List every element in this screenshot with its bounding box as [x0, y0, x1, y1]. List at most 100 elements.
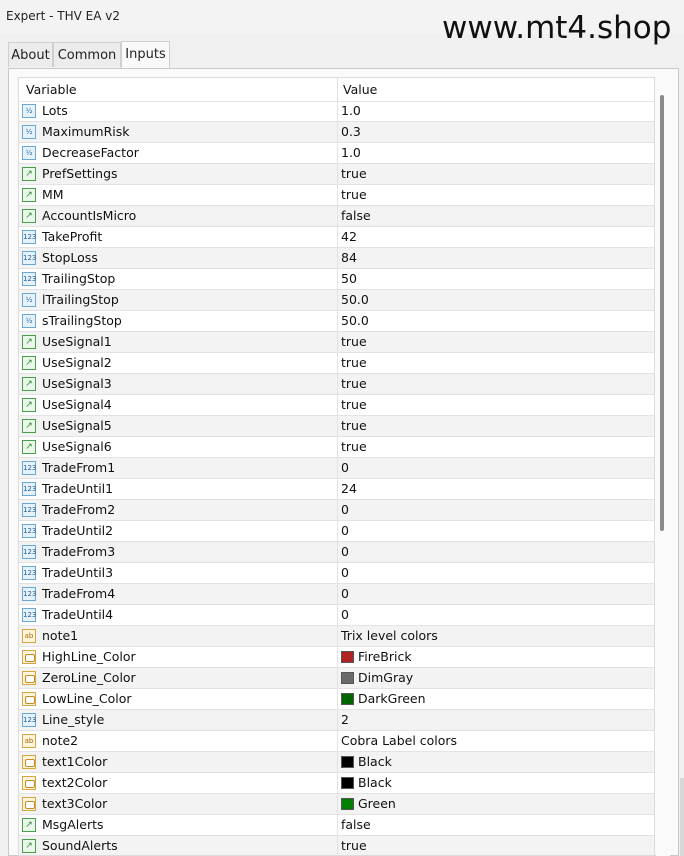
variable-value[interactable]: true — [341, 418, 367, 433]
cell-divider — [337, 227, 338, 248]
variable-value[interactable]: true — [341, 838, 367, 853]
table-row[interactable]: ↗ SoundAlerts true — [19, 836, 654, 855]
color-swatch[interactable] — [341, 756, 354, 768]
table-row[interactable]: 123 Line_style 2 — [19, 710, 654, 731]
variable-value[interactable]: 0 — [341, 544, 349, 559]
table-row[interactable]: ↗ UseSignal5 true — [19, 416, 654, 437]
table-row[interactable]: ab note1 Trix level colors — [19, 626, 654, 647]
tab-about[interactable]: About — [8, 42, 53, 67]
table-row[interactable]: ½ MaximumRisk 0.3 — [19, 122, 654, 143]
table-row[interactable]: 123 TradeUntil1 24 — [19, 479, 654, 500]
table-row[interactable]: 123 TradeFrom4 0 — [19, 584, 654, 605]
variable-value[interactable]: 0 — [341, 607, 349, 622]
variable-value[interactable]: 50.0 — [341, 292, 369, 307]
table-row[interactable]: 123 TradeUntil3 0 — [19, 563, 654, 584]
number-type-icon: 123 — [22, 251, 36, 265]
number-type-icon: 123 — [22, 272, 36, 286]
color-swatch[interactable] — [341, 798, 354, 810]
table-row[interactable]: 123 TradeUntil2 0 — [19, 521, 654, 542]
table-row[interactable]: 123 TrailingStop 50 — [19, 269, 654, 290]
variable-value[interactable]: 1.0 — [341, 145, 361, 160]
variable-value[interactable]: true — [341, 376, 367, 391]
vertical-scrollbar[interactable] — [656, 77, 670, 856]
variable-value[interactable]: 0 — [341, 460, 349, 475]
variable-value[interactable]: 42 — [341, 229, 357, 244]
cell-divider — [337, 605, 338, 626]
table-row[interactable]: 123 TakeProfit 42 — [19, 227, 654, 248]
variable-value[interactable]: 84 — [341, 250, 357, 265]
table-row[interactable]: ↗ MM true — [19, 185, 654, 206]
cell-divider — [337, 374, 338, 395]
bool-type-icon: ↗ — [22, 188, 36, 202]
variable-value[interactable]: Cobra Label colors — [341, 733, 457, 748]
number-type-icon: 123 — [22, 482, 36, 496]
table-row[interactable]: ↗ PrefSettings true — [19, 164, 654, 185]
variable-value[interactable]: 0 — [341, 523, 349, 538]
header-variable[interactable]: Variable — [26, 82, 77, 97]
table-row[interactable]: ½ Lots 1.0 — [19, 101, 654, 122]
table-row[interactable]: LowLine_Color DarkGreen — [19, 689, 654, 710]
color-type-icon — [22, 776, 36, 790]
variable-value[interactable]: 0 — [341, 565, 349, 580]
variable-value[interactable]: 24 — [341, 481, 357, 496]
table-row[interactable]: ↗ MsgAlerts false — [19, 815, 654, 836]
table-row[interactable]: 123 StopLoss 84 — [19, 248, 654, 269]
column-divider[interactable] — [337, 78, 338, 101]
variable-value[interactable]: 2 — [341, 712, 349, 727]
header-value[interactable]: Value — [343, 82, 377, 97]
table-row[interactable]: ½ sTrailingStop 50.0 — [19, 311, 654, 332]
table-row[interactable]: HighLine_Color FireBrick — [19, 647, 654, 668]
table-row[interactable]: text3Color Green — [19, 794, 654, 815]
table-row[interactable]: text2Color Black — [19, 773, 654, 794]
table-row[interactable]: ½ lTrailingStop 50.0 — [19, 290, 654, 311]
variable-value[interactable]: 0 — [341, 502, 349, 517]
number-type-icon: 123 — [22, 545, 36, 559]
table-row[interactable]: ↗ AccountIsMicro false — [19, 206, 654, 227]
variable-value[interactable]: FireBrick — [358, 649, 412, 664]
cell-divider — [337, 122, 338, 143]
variable-value[interactable]: Green — [358, 796, 396, 811]
variable-value[interactable]: DarkGreen — [358, 691, 426, 706]
variable-value[interactable]: 50.0 — [341, 313, 369, 328]
table-row[interactable]: ab note2 Cobra Label colors — [19, 731, 654, 752]
variable-value[interactable]: true — [341, 439, 367, 454]
variable-value[interactable]: 1.0 — [341, 103, 361, 118]
tab-inputs[interactable]: Inputs — [121, 41, 170, 68]
variable-value[interactable]: DimGray — [358, 670, 413, 685]
variable-name: HighLine_Color — [42, 649, 136, 664]
color-swatch[interactable] — [341, 777, 354, 789]
variable-name: TradeUntil3 — [42, 565, 114, 580]
variable-value[interactable]: false — [341, 208, 371, 223]
table-row[interactable]: 123 TradeFrom3 0 — [19, 542, 654, 563]
cell-divider — [337, 836, 338, 855]
color-swatch[interactable] — [341, 693, 354, 705]
variable-value[interactable]: true — [341, 334, 367, 349]
table-row[interactable]: 123 TradeUntil4 0 — [19, 605, 654, 626]
table-row[interactable]: 123 TradeFrom1 0 — [19, 458, 654, 479]
table-row[interactable]: ↗ UseSignal3 true — [19, 374, 654, 395]
tab-common[interactable]: Common — [53, 42, 121, 67]
variable-value[interactable]: 0.3 — [341, 124, 361, 139]
variable-value[interactable]: 0 — [341, 586, 349, 601]
color-swatch[interactable] — [341, 672, 354, 684]
table-row[interactable]: text1Color Black — [19, 752, 654, 773]
color-swatch[interactable] — [341, 651, 354, 663]
variable-value[interactable]: true — [341, 187, 367, 202]
table-row[interactable]: ½ DecreaseFactor 1.0 — [19, 143, 654, 164]
table-row[interactable]: ↗ UseSignal2 true — [19, 353, 654, 374]
table-row[interactable]: 123 TradeFrom2 0 — [19, 500, 654, 521]
variable-value[interactable]: true — [341, 397, 367, 412]
variable-value[interactable]: 50 — [341, 271, 357, 286]
variable-value[interactable]: true — [341, 355, 367, 370]
table-row[interactable]: ↗ UseSignal6 true — [19, 437, 654, 458]
scrollbar-thumb[interactable] — [660, 95, 664, 531]
variable-value[interactable]: false — [341, 817, 371, 832]
bool-type-icon: ↗ — [22, 377, 36, 391]
variable-value[interactable]: Black — [358, 775, 392, 790]
table-row[interactable]: ↗ UseSignal1 true — [19, 332, 654, 353]
variable-value[interactable]: Trix level colors — [341, 628, 438, 643]
table-row[interactable]: ↗ UseSignal4 true — [19, 395, 654, 416]
variable-value[interactable]: Black — [358, 754, 392, 769]
variable-value[interactable]: true — [341, 166, 367, 181]
table-row[interactable]: ZeroLine_Color DimGray — [19, 668, 654, 689]
